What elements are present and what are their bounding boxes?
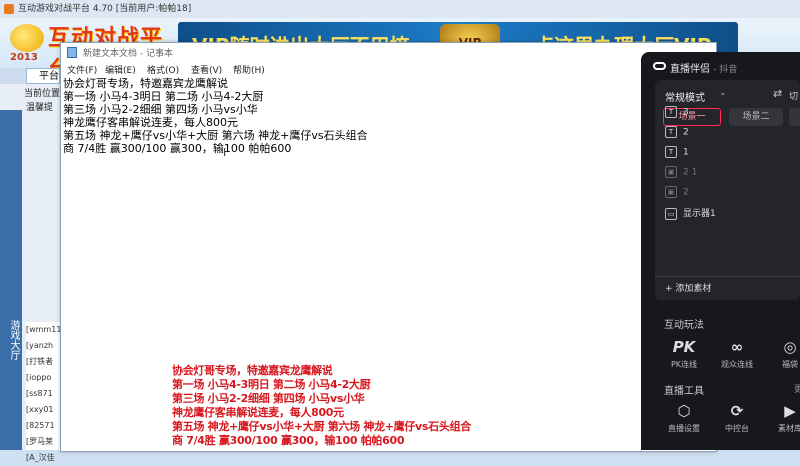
logo-year: 2013 (10, 52, 38, 63)
notepad-icon (67, 47, 77, 58)
tool-button[interactable]: PK PK连线 (664, 338, 704, 370)
live-tools-more-link[interactable]: 更 (794, 382, 800, 395)
live-tools-section-title: 直播工具 (664, 386, 704, 397)
companion-title-wrap: 直播伴侣 - 抖音 (670, 60, 737, 75)
platform-titlebar: 互动游戏对战平台 4.70 [当前用户:帕帕18] (0, 0, 800, 18)
user-list-item[interactable]: [wmm11 (26, 322, 60, 338)
tool-label: 直播设置 (668, 424, 700, 433)
source-item[interactable]: ▣ 2 (665, 186, 689, 198)
switch-icon[interactable]: ⇄ (773, 87, 782, 100)
tab-scene-2[interactable]: 场景二 (729, 108, 783, 126)
notepad-menubar: 文件(F) 编辑(E) 格式(O) 查看(V) 帮助(H) (61, 61, 716, 76)
source-item[interactable]: T1 (665, 146, 689, 158)
notepad-window: 新建文本文档 - 记事本 文件(F) 编辑(E) 格式(O) 查看(V) 帮助(… (60, 42, 717, 452)
tool-label: 素材库 (778, 424, 800, 433)
scene-box: 常规模式 ⌄ ⇄ 切 场景一 场景二 T 3 T 2 T 1 ▣ 2 1 ▣ 2 ▭ 显示器1 + 添… (655, 80, 800, 300)
user-list-item[interactable]: [xxy01 (26, 402, 60, 418)
mascot-icon (10, 24, 44, 52)
source-item[interactable]: ▣ 2 1 (665, 166, 697, 178)
companion-logo-icon (653, 62, 666, 70)
source-type-icon: T (665, 146, 677, 158)
current-location-label: 当前位置 (24, 89, 61, 99)
source-type-icon: T (665, 106, 677, 118)
platform-sidebar[interactable]: 游戏大厅 (0, 110, 22, 450)
add-material-label: 添加素材 (675, 284, 712, 294)
tool-icon: ∞ (730, 338, 744, 356)
tool-button[interactable]: ⟳ 中控台 (717, 402, 757, 434)
tool-icon: ▶ (784, 402, 796, 420)
tool-button[interactable]: ∞ 观众连线 (717, 338, 757, 370)
tool-button[interactable]: ▶ 素材库 (770, 402, 800, 434)
add-material-button[interactable]: + 添加素材 (655, 276, 800, 300)
source-label: 1 (683, 147, 689, 158)
source-label: 2 (683, 127, 689, 138)
user-list: [wmm11 [yanzh [打铁者 [ioppo [ss871 [xxy01 [82571… (26, 322, 60, 462)
source-item[interactable]: T2 (665, 126, 689, 138)
user-list-item[interactable]: [打铁者 (26, 354, 60, 370)
tool-label: 福袋 (782, 360, 798, 369)
doc-line: 商 7/4胜 赢300/100 赢300，输100 帕帕600 (63, 142, 292, 155)
user-list-item[interactable]: [yanzh (26, 338, 60, 354)
tab-scene-more[interactable] (789, 108, 800, 126)
source-item[interactable]: ▭ 显示器1 (665, 206, 716, 220)
user-list-item[interactable]: [A_汉佳 (26, 450, 60, 466)
source-label: 显示器1 (683, 209, 716, 219)
source-label: 2 (683, 187, 689, 198)
source-type-icon: ▭ (665, 207, 677, 220)
platform-title: 互动游戏对战平台 4.70 [当前用户:帕帕18] (18, 4, 192, 14)
tool-icon: ◎ (783, 338, 797, 356)
tool-button[interactable]: ◎ 福袋 (770, 338, 800, 370)
app-icon (4, 4, 14, 14)
companion-title: 直播伴侣 (670, 64, 710, 75)
interactive-section-title: 互动玩法 (664, 320, 704, 331)
sidebar-game-hall-label: 游戏大厅 (8, 320, 19, 360)
hint-label: 温馨提 (26, 103, 54, 113)
notepad-text-area[interactable]: 协会灯哥专场，特邀嘉宾龙鹰解说 第一场 小马4-3明日 第二场 小马4-2大厨 … (63, 75, 714, 449)
source-type-icon: T (665, 126, 677, 138)
source-label: 2 1 (683, 167, 698, 178)
overlay-line: 商 7/4胜 赢300/100 赢300，输100 帕帕600 (172, 434, 405, 447)
tool-label: 中控台 (725, 424, 749, 433)
tab-platform[interactable]: 平台 (26, 68, 60, 84)
notepad-title: 新建文本文档 - 记事本 (83, 49, 173, 59)
notepad-titlebar[interactable]: 新建文本文档 - 记事本 (61, 43, 716, 61)
tool-icon: PK (672, 338, 696, 356)
user-list-item[interactable]: [罗马莱 (26, 434, 60, 450)
user-list-item[interactable]: [ss871 (26, 386, 60, 402)
source-label: 3 (683, 107, 689, 118)
switch-label[interactable]: 切 (789, 89, 798, 102)
user-list-item[interactable]: [ioppo (26, 370, 60, 386)
source-type-icon: ▣ (665, 186, 677, 198)
tool-icon: ⬡ (677, 402, 691, 420)
tool-icon: ⟳ (730, 402, 744, 420)
tool-button[interactable]: ⬡ 直播设置 (664, 402, 704, 434)
source-item[interactable]: T3 (665, 106, 689, 118)
source-type-icon: ▣ (665, 166, 677, 178)
companion-platform: - 抖音 (713, 65, 738, 75)
chevron-down-icon[interactable]: ⌄ (719, 88, 727, 98)
live-companion-panel: 直播伴侣 - 抖音 常规模式 ⌄ ⇄ 切 场景一 场景二 T 3 T 2 T 1 ▣ 2 1 ▣… (641, 52, 800, 450)
tool-label: 观众连线 (721, 360, 753, 369)
tool-label: PK连线 (670, 360, 698, 369)
plus-icon: + (665, 284, 673, 294)
mode-dropdown[interactable]: 常规模式 (665, 89, 705, 104)
user-list-item[interactable]: [82571 (26, 418, 60, 434)
text-cursor-icon: I (223, 146, 227, 159)
